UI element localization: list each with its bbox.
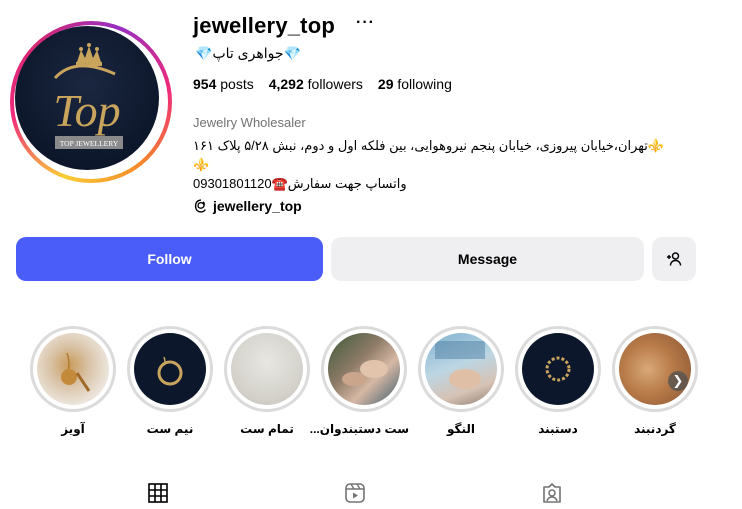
highlight-label: ست دستبندوان... (309, 422, 409, 436)
threads-link[interactable]: jewellery_top (194, 198, 302, 214)
tab-reels[interactable] (344, 482, 368, 506)
highlight-label: آویز (61, 422, 85, 436)
highlight-label: دستبند (538, 422, 578, 436)
avatar-logo: Top TOP JEWELLERY (15, 26, 159, 170)
highlight-ring (418, 326, 504, 412)
person-add-icon (667, 252, 682, 266)
bio-address: ⚜️تهران،خیابان پیروزی، خیابان پنجم نیروه… (193, 138, 665, 153)
highlight-cover (328, 333, 400, 405)
threads-handle: jewellery_top (213, 198, 302, 214)
posts-stat: 954 posts (193, 76, 254, 92)
followers-stat[interactable]: 4,292 followers (269, 76, 363, 92)
following-stat[interactable]: 29 following (378, 76, 452, 92)
highlight-label: گردنبند (634, 422, 676, 436)
reels-icon (345, 483, 365, 503)
highlight-item[interactable]: النگو (416, 326, 506, 436)
highlight-ring (224, 326, 310, 412)
profile-full-name: 💎جواهری تاپ💎 (195, 45, 301, 61)
highlight-cover (134, 333, 206, 405)
profile-avatar[interactable]: Top TOP JEWELLERY (10, 21, 172, 183)
tab-posts[interactable] (147, 482, 171, 506)
highlight-item[interactable]: ست دستبندوان... (309, 326, 409, 436)
tagged-icon (543, 483, 561, 503)
highlight-item[interactable]: تمام ست (222, 326, 312, 436)
profile-username: jewellery_top (193, 13, 335, 38)
highlight-ring (30, 326, 116, 412)
bio-symbol: ⚜️ (193, 157, 210, 172)
highlight-cover (619, 333, 691, 405)
grid-icon (148, 483, 168, 503)
highlight-cover (522, 333, 594, 405)
more-options-icon[interactable]: ··· (356, 14, 375, 32)
profile-category: Jewelry Wholesaler (193, 115, 306, 130)
profile-stats: 954 posts 4,292 followers 29 following (193, 76, 452, 92)
highlight-item[interactable]: دستبند (513, 326, 603, 436)
highlight-item[interactable]: نیم ست (125, 326, 215, 436)
profile-bio: ⚜️تهران،خیابان پیروزی، خیابان پنجم نیروه… (193, 136, 683, 193)
highlight-ring (612, 326, 698, 412)
crown-logo-icon: Top TOP JEWELLERY (53, 43, 123, 149)
tab-tagged[interactable] (541, 482, 565, 506)
bio-whatsapp: 09301801120☎️واتساپ جهت سفارش (193, 176, 407, 191)
highlight-label: نیم ست (146, 422, 194, 436)
highlight-label: النگو (446, 422, 476, 436)
highlight-cover (37, 333, 109, 405)
svg-text:Top: Top (53, 85, 120, 136)
highlight-cover (425, 333, 497, 405)
chevron-right-icon[interactable]: ❯ (668, 371, 688, 391)
message-button[interactable]: Message (331, 237, 644, 281)
follow-button[interactable]: Follow (16, 237, 323, 281)
suggested-users-button[interactable] (652, 237, 696, 281)
highlight-ring (515, 326, 601, 412)
highlight-ring (127, 326, 213, 412)
threads-icon (194, 199, 206, 213)
highlight-item[interactable]: آویز (28, 326, 118, 436)
story-highlights: آویز نیم ست تمام ست ست دستبندوان... النگ… (0, 326, 742, 446)
highlight-cover (231, 333, 303, 405)
highlight-label: تمام ست (240, 422, 294, 436)
svg-text:TOP JEWELLERY: TOP JEWELLERY (60, 139, 119, 148)
highlight-ring (321, 326, 407, 412)
